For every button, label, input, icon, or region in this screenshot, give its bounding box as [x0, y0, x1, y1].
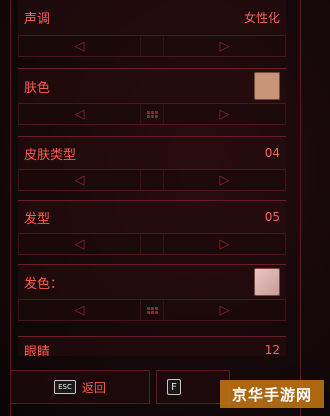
- palette-grid-icon: [146, 306, 158, 314]
- left-arrow-icon: ◁: [74, 38, 85, 54]
- selector: ◁ ▷: [18, 35, 286, 57]
- prev-arrow-button[interactable]: ◁: [18, 170, 141, 190]
- left-arrow-icon: ◁: [74, 302, 85, 318]
- watermark: 京华手游网: [220, 380, 324, 408]
- hair-color-swatch[interactable]: [254, 268, 280, 296]
- selector: ◁ ▷: [18, 233, 286, 255]
- right-arrow-icon: ▷: [219, 236, 230, 252]
- next-arrow-button[interactable]: ▷: [163, 300, 286, 320]
- option-skin-type[interactable]: 皮肤类型 04 ◁ ▷: [18, 136, 286, 191]
- right-arrow-icon: ▷: [219, 172, 230, 188]
- back-label: 返回: [81, 380, 106, 395]
- f-key-icon: F: [167, 379, 181, 395]
- option-value: 女性化: [243, 10, 280, 25]
- right-arrow-icon: ▷: [219, 38, 230, 54]
- next-arrow-button[interactable]: ▷: [163, 234, 286, 254]
- option-value: 05: [264, 210, 280, 224]
- prev-arrow-button[interactable]: ◁: [18, 104, 141, 124]
- right-arrow-icon: ▷: [219, 302, 230, 318]
- right-arrow-icon: ▷: [219, 106, 230, 122]
- option-hairstyle[interactable]: 发型 05 ◁ ▷: [18, 200, 286, 255]
- option-skin-color[interactable]: 肤色 ◁ ▷: [18, 68, 286, 125]
- esc-key-icon: ESC: [54, 380, 76, 394]
- f-key-button[interactable]: F: [156, 370, 230, 404]
- selector: ◁ ▷: [18, 169, 286, 191]
- skin-color-swatch[interactable]: [254, 72, 280, 100]
- selector: ◁ ▷: [18, 299, 286, 321]
- left-arrow-icon: ◁: [74, 106, 85, 122]
- selector-middle: [141, 170, 163, 190]
- option-label: 肤色: [24, 80, 51, 96]
- option-label: 发色：: [24, 276, 64, 292]
- next-arrow-button[interactable]: ▷: [163, 36, 286, 56]
- option-value: 12: [264, 343, 280, 356]
- option-value: 04: [264, 146, 280, 160]
- selector-middle: [141, 234, 163, 254]
- prev-arrow-button[interactable]: ◁: [18, 300, 141, 320]
- next-arrow-button[interactable]: ▷: [163, 104, 286, 124]
- palette-button[interactable]: [141, 104, 163, 124]
- next-arrow-button[interactable]: ▷: [163, 170, 286, 190]
- option-label: 发型: [24, 211, 51, 227]
- option-hair-color[interactable]: 发色： ◁ ▷: [18, 264, 286, 321]
- selector: ◁ ▷: [18, 103, 286, 125]
- option-label: 皮肤类型: [24, 147, 77, 163]
- prev-arrow-button[interactable]: ◁: [18, 234, 141, 254]
- option-eyes[interactable]: 眼睛 12: [18, 336, 286, 356]
- option-label: 眼睛: [24, 344, 51, 357]
- option-label: 声调: [24, 11, 51, 27]
- back-button[interactable]: ESC 返回: [10, 370, 150, 404]
- left-arrow-icon: ◁: [74, 236, 85, 252]
- frame-line-left: [10, 0, 11, 416]
- selector-middle: [141, 36, 163, 56]
- left-arrow-icon: ◁: [74, 172, 85, 188]
- option-voice-tone[interactable]: 声调 女性化 ◁ ▷: [18, 0, 286, 57]
- palette-button[interactable]: [141, 300, 163, 320]
- frame-line-right: [300, 0, 301, 416]
- palette-grid-icon: [146, 110, 158, 118]
- prev-arrow-button[interactable]: ◁: [18, 36, 141, 56]
